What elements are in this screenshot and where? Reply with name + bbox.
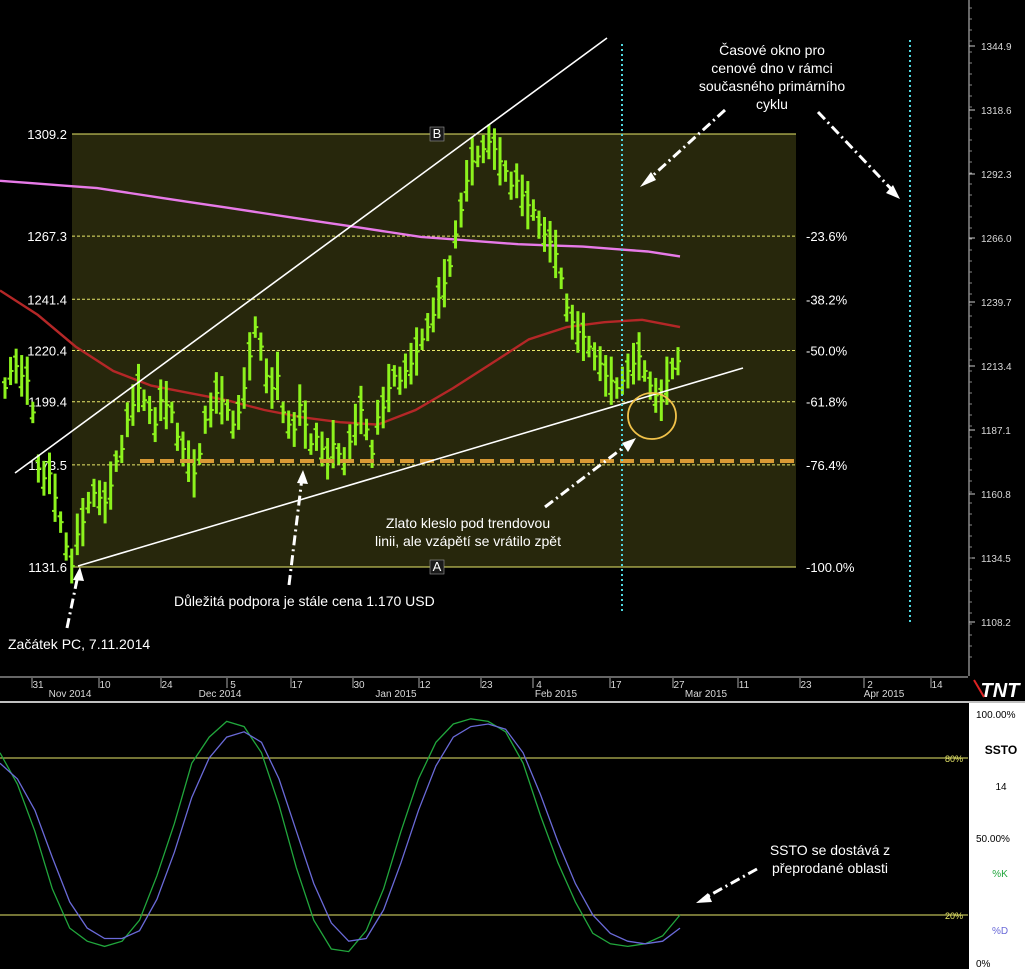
time-axis-day: 17 [291, 680, 303, 691]
price-axis-label: 1108.2 [981, 618, 1011, 629]
ssto-lines [0, 718, 681, 953]
time-axis-day: 17 [610, 680, 622, 691]
start-note: Začátek PC, 7.11.2014 [8, 636, 150, 652]
tnt-logo: TNT [981, 680, 1022, 702]
cycle-window-note-3: současného primárního [699, 78, 846, 94]
cycle-window-note-1: Časové okno pro [719, 42, 825, 58]
fib-price-label: 1131.6 [28, 560, 67, 575]
fib-price-label: 1241.4 [27, 292, 67, 307]
ssto-k-line [0, 718, 681, 953]
time-axis-month: Mar 2015 [685, 689, 728, 700]
time-axis-day: 11 [739, 680, 750, 691]
price-axis-label: 1160.8 [981, 490, 1011, 501]
range-marker-a: A [433, 559, 442, 574]
arrow-ssto [702, 867, 758, 901]
support-note: Důležitá podpora je stále cena 1.170 USD [174, 593, 435, 609]
price-axis-label: 1266.0 [981, 234, 1012, 245]
ssto-title: SSTO [985, 743, 1017, 757]
price-axis-label: 1344.9 [981, 42, 1012, 53]
time-axis-day: 14 [931, 680, 943, 691]
fib-percent-label: -23.6% [806, 229, 848, 244]
trendline-break-note-2: linii, ale vzápětí se vrátilo zpět [375, 533, 561, 549]
fib-price-label: 1267.3 [27, 229, 67, 244]
cycle-window-note-4: cyklu [756, 96, 788, 112]
ssto-legend-k: %K [992, 869, 1008, 880]
time-axis-day: 10 [99, 680, 111, 691]
price-axis-label: 1292.3 [981, 170, 1012, 181]
price-axis-label: 1318.6 [981, 106, 1012, 117]
gold-price-chart: 1309.2 1267.3 -23.6% 1241.4 -38.2% 1220.4 -50.… [0, 0, 1025, 969]
ssto-period: 14 [995, 782, 1007, 793]
ssto-d-line [0, 723, 681, 945]
price-axis-label: 1134.5 [981, 554, 1011, 565]
range-marker-b: B [433, 126, 442, 141]
time-axis-month: Jan 2015 [375, 689, 417, 700]
time-axis-day: 27 [673, 680, 685, 691]
time-axis-month: Feb 2015 [535, 689, 578, 700]
price-axis-label: 1239.7 [981, 298, 1012, 309]
time-axis-day: 12 [419, 680, 431, 691]
fib-percent-label: -100.0% [806, 560, 855, 575]
fib-percent-label: -38.2% [806, 292, 848, 307]
time-axis-day: 23 [481, 680, 493, 691]
fib-price-label: 1173.5 [28, 458, 67, 473]
arrowhead-ssto [696, 893, 712, 903]
ssto-80-label: 80% [945, 754, 963, 764]
time-axis-month: Dec 2014 [199, 689, 242, 700]
trendline-break-note-1: Zlato kleslo pod trendovou [386, 515, 550, 531]
time-axis-month: Nov 2014 [49, 689, 92, 700]
ssto-note-2: přeprodané oblasti [772, 860, 888, 876]
fib-price-label: 1309.2 [27, 127, 67, 142]
ssto-note-1: SSTO se dostává z [770, 842, 890, 858]
fib-price-label: 1220.4 [27, 344, 67, 359]
ssto-axis-top: 100.00% [976, 710, 1016, 721]
ssto-axis-mid: 50.00% [976, 834, 1010, 845]
ssto-legend-d: %D [992, 926, 1008, 937]
time-axis-day: 31 [32, 680, 44, 691]
price-axis-label: 1187.1 [981, 426, 1011, 437]
price-axis-label: 1213.4 [981, 362, 1012, 373]
time-axis-month: Apr 2015 [864, 689, 905, 700]
time-axis-day: 24 [161, 680, 173, 691]
time-axis-day: 23 [800, 680, 812, 691]
cycle-window-note-2: cenové dno v rámci [711, 60, 832, 76]
time-axis-day: 30 [353, 680, 365, 691]
fib-percent-label: -61.8% [806, 395, 848, 410]
fib-percent-label: -50.0% [806, 344, 848, 359]
ssto-20-label: 20% [945, 911, 963, 921]
fib-percent-label: -76.4% [806, 458, 848, 473]
price-axis-panel [968, 0, 1025, 676]
ssto-axis-bottom: 0% [976, 959, 991, 969]
